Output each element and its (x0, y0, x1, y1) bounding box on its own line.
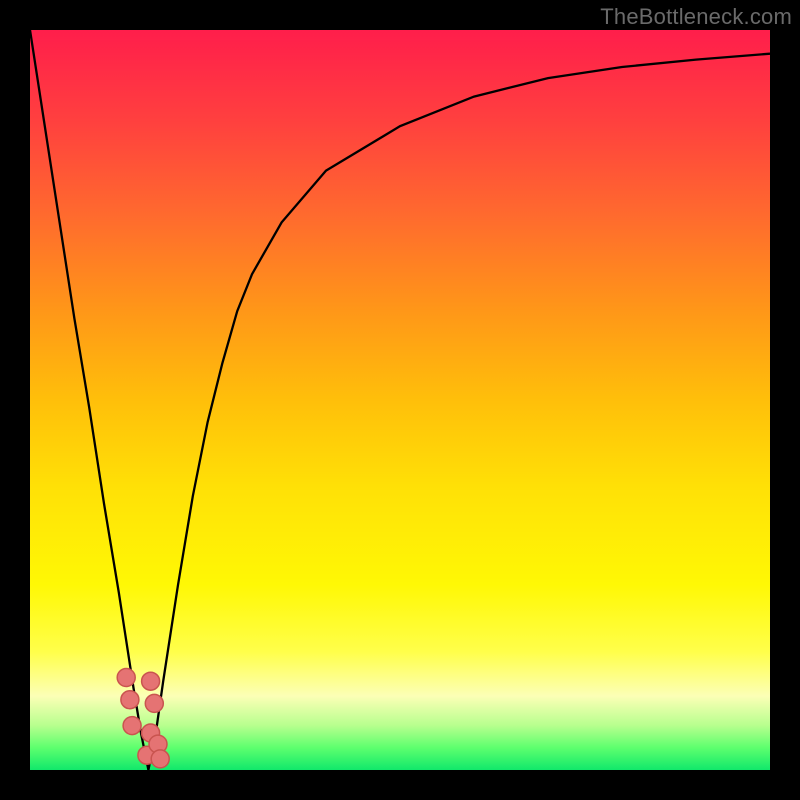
data-point (117, 669, 135, 687)
data-point (142, 672, 160, 690)
data-point (145, 694, 163, 712)
chart-frame: TheBottleneck.com (0, 0, 800, 800)
data-point (151, 750, 169, 768)
watermark-text: TheBottleneck.com (600, 4, 792, 30)
plot-area (30, 30, 770, 770)
bottleneck-curve (30, 30, 770, 770)
data-point (121, 691, 139, 709)
chart-svg (30, 30, 770, 770)
data-point (123, 717, 141, 735)
scatter-group (117, 669, 169, 768)
